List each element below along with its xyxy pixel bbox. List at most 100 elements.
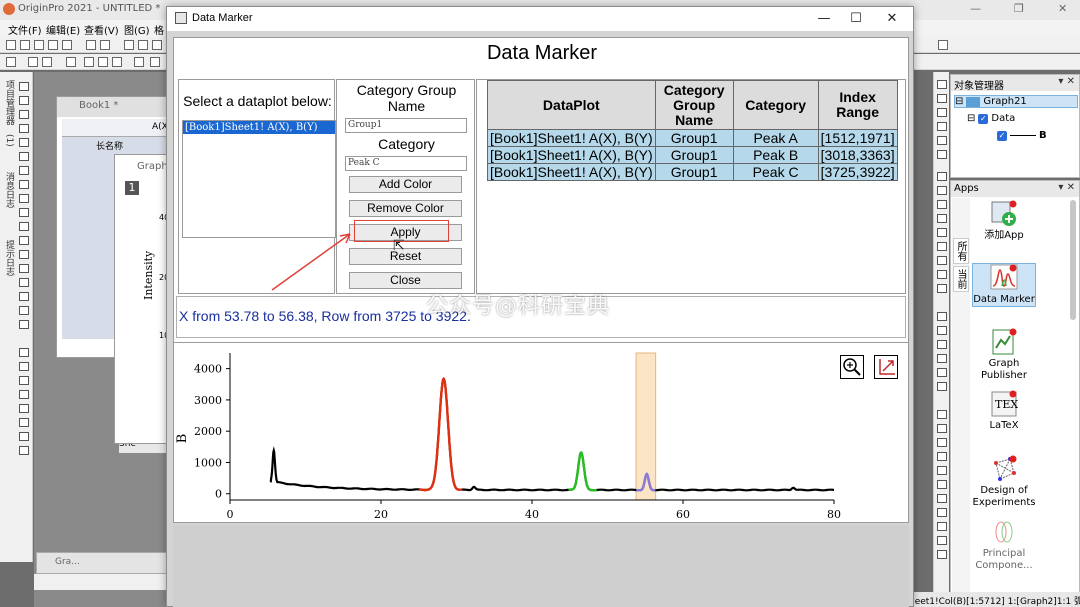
tab-current[interactable]: 当前 — [953, 266, 969, 292]
right-tool-icon[interactable] — [937, 354, 947, 363]
right-tool-icon[interactable] — [937, 522, 947, 531]
rectangle-tool-icon[interactable] — [19, 250, 29, 259]
table-cell[interactable]: [Book1]Sheet1! A(X), B(Y) — [487, 129, 656, 147]
table-row[interactable]: [Book1]Sheet1! A(X), B(Y) Group1 Peak A … — [487, 129, 898, 147]
shape-tool-icon[interactable] — [19, 320, 29, 329]
category-input[interactable]: Peak C — [345, 156, 467, 171]
table-cell[interactable]: [Book1]Sheet1! A(X), B(Y) — [487, 146, 656, 164]
tool-g-icon[interactable] — [112, 57, 122, 67]
dialog-titlebar[interactable]: Data Marker — ☐ ✕ — [167, 7, 913, 31]
table-cell[interactable]: [Book1]Sheet1! A(X), B(Y) — [487, 163, 656, 181]
checkbox-checked-icon[interactable]: ✓ — [978, 113, 989, 124]
save-icon[interactable] — [34, 40, 44, 50]
dataplot-list-item[interactable]: [Book1]Sheet1! A(X), B(Y) — [183, 121, 335, 134]
tool-d-icon[interactable] — [66, 57, 76, 67]
merge-tool-icon[interactable] — [19, 376, 29, 385]
preview-plot[interactable]: 02040608001000200030004000AB — [174, 343, 908, 540]
right-tool-icon[interactable] — [937, 368, 947, 377]
tree-item-layer[interactable]: ⊟ ✓ Data — [967, 113, 1015, 124]
region-draw-tool-icon[interactable] — [19, 292, 29, 301]
tool-a-icon[interactable] — [6, 57, 16, 67]
right-tool-icon[interactable] — [937, 508, 947, 517]
table-cell[interactable]: Peak B — [732, 146, 819, 164]
minimize-icon[interactable]: — — [809, 10, 839, 28]
right-tool-icon[interactable] — [937, 256, 947, 265]
table-cell[interactable]: Group1 — [654, 163, 734, 181]
draw-tool-icon[interactable] — [19, 180, 29, 189]
app-add-app[interactable]: 添加App — [972, 200, 1036, 242]
book1-col-header[interactable]: A(X — [62, 119, 168, 137]
color-tool-icon[interactable] — [19, 348, 29, 357]
import-icon[interactable] — [62, 40, 72, 50]
table-row[interactable]: [Book1]Sheet1! A(X), B(Y) Group1 Peak C … — [487, 163, 898, 181]
checkbox-checked-icon[interactable]: ✓ — [997, 130, 1007, 141]
open-icon[interactable] — [20, 40, 30, 50]
tree-item-plot[interactable]: ✓ B — [997, 130, 1047, 141]
hint-log-tab[interactable]: 提示日志 — [2, 240, 14, 276]
region-tool-icon[interactable] — [19, 152, 29, 161]
table-cell[interactable]: Peak C — [732, 163, 819, 181]
right-tool-icon[interactable] — [937, 452, 947, 461]
right-tool-icon[interactable] — [937, 424, 947, 433]
tool-h-icon[interactable] — [134, 57, 144, 67]
app-data-marker[interactable]: Data Marker — [972, 263, 1036, 307]
close-icon[interactable]: ✕ — [1058, 2, 1067, 15]
reader-tool-icon[interactable] — [19, 124, 29, 133]
right-tool-icon[interactable] — [937, 136, 947, 145]
right-tool-icon[interactable] — [937, 200, 947, 209]
right-tool-icon[interactable] — [937, 494, 947, 503]
category-group-name-input[interactable]: Group1 — [345, 118, 467, 133]
right-tool-icon[interactable] — [937, 150, 947, 159]
table-cell[interactable]: Group1 — [654, 146, 734, 164]
polygon-tool-icon[interactable] — [19, 278, 29, 287]
tool-c-icon[interactable] — [42, 57, 52, 67]
minimize-icon[interactable]: — — [970, 2, 981, 15]
restore-icon[interactable]: ❐ — [1014, 2, 1024, 15]
new-icon[interactable] — [6, 40, 16, 50]
mask-tool-icon[interactable] — [19, 166, 29, 175]
table-tool-icon[interactable] — [19, 432, 29, 441]
right-tool-icon[interactable] — [937, 382, 947, 391]
collapse-icon[interactable]: ⊟ — [955, 96, 963, 107]
image-tool-icon[interactable] — [19, 446, 29, 455]
layer-tool-icon[interactable] — [19, 362, 29, 371]
app-design-of-experiments[interactable]: Design of Experiments — [972, 455, 1036, 509]
new-matrix-icon[interactable] — [100, 40, 110, 50]
right-tool-icon[interactable] — [937, 108, 947, 117]
right-tool-icon[interactable] — [937, 270, 947, 279]
rescale-icon[interactable] — [874, 355, 898, 379]
code-icon[interactable] — [138, 40, 148, 50]
message-log-tab[interactable]: 消息日志 — [2, 172, 14, 208]
close-button[interactable]: Close — [349, 272, 462, 289]
app-graph-publisher[interactable]: Graph Publisher — [972, 328, 1036, 382]
right-tool-icon[interactable] — [937, 122, 947, 131]
table-cell[interactable]: [3018,3363] — [817, 146, 898, 164]
tree-item-graph[interactable]: ⊟ Graph21 — [954, 95, 1078, 108]
menu-format[interactable]: 格 — [154, 22, 164, 37]
close-icon[interactable]: ✕ — [877, 10, 907, 28]
graph1-window[interactable]: Graph 1 40 20 10 Intensity — [114, 154, 169, 444]
extract-tool-icon[interactable] — [19, 390, 29, 399]
project-explorer-tab[interactable]: 项目管理器 — [2, 80, 14, 125]
maximize-icon[interactable]: ☐ — [841, 10, 871, 28]
menu-file[interactable]: 文件(F) — [8, 22, 42, 37]
table-row[interactable]: [Book1]Sheet1! A(X), B(Y) Group1 Peak B … — [487, 146, 898, 164]
menu-edit[interactable]: 编辑(E) — [46, 22, 80, 37]
right-tool-icon[interactable] — [937, 172, 947, 181]
tool-b-icon[interactable] — [28, 57, 38, 67]
table-cell[interactable]: [1512,1971] — [817, 129, 898, 147]
app-latex[interactable]: TEX LaTeX — [972, 390, 1036, 432]
table-cell[interactable]: Peak A — [732, 129, 819, 147]
graph1-layer-number[interactable]: 1 — [125, 181, 139, 195]
preview-plot-area[interactable]: 02040608001000200030004000AB — [174, 342, 908, 540]
right-tool-icon[interactable] — [937, 410, 947, 419]
panel-controls-icon[interactable]: ▾ ✕ — [1058, 182, 1075, 193]
print-icon[interactable] — [48, 40, 58, 50]
text-tool-icon[interactable] — [19, 194, 29, 203]
minimized-graph-window[interactable]: Gra... — [36, 552, 168, 574]
picker-tool-icon[interactable] — [19, 138, 29, 147]
right-tool-icon[interactable] — [937, 80, 947, 89]
menu-view[interactable]: 查看(V) — [84, 22, 119, 37]
right-tool-icon[interactable] — [937, 242, 947, 251]
freehand-tool-icon[interactable] — [19, 306, 29, 315]
